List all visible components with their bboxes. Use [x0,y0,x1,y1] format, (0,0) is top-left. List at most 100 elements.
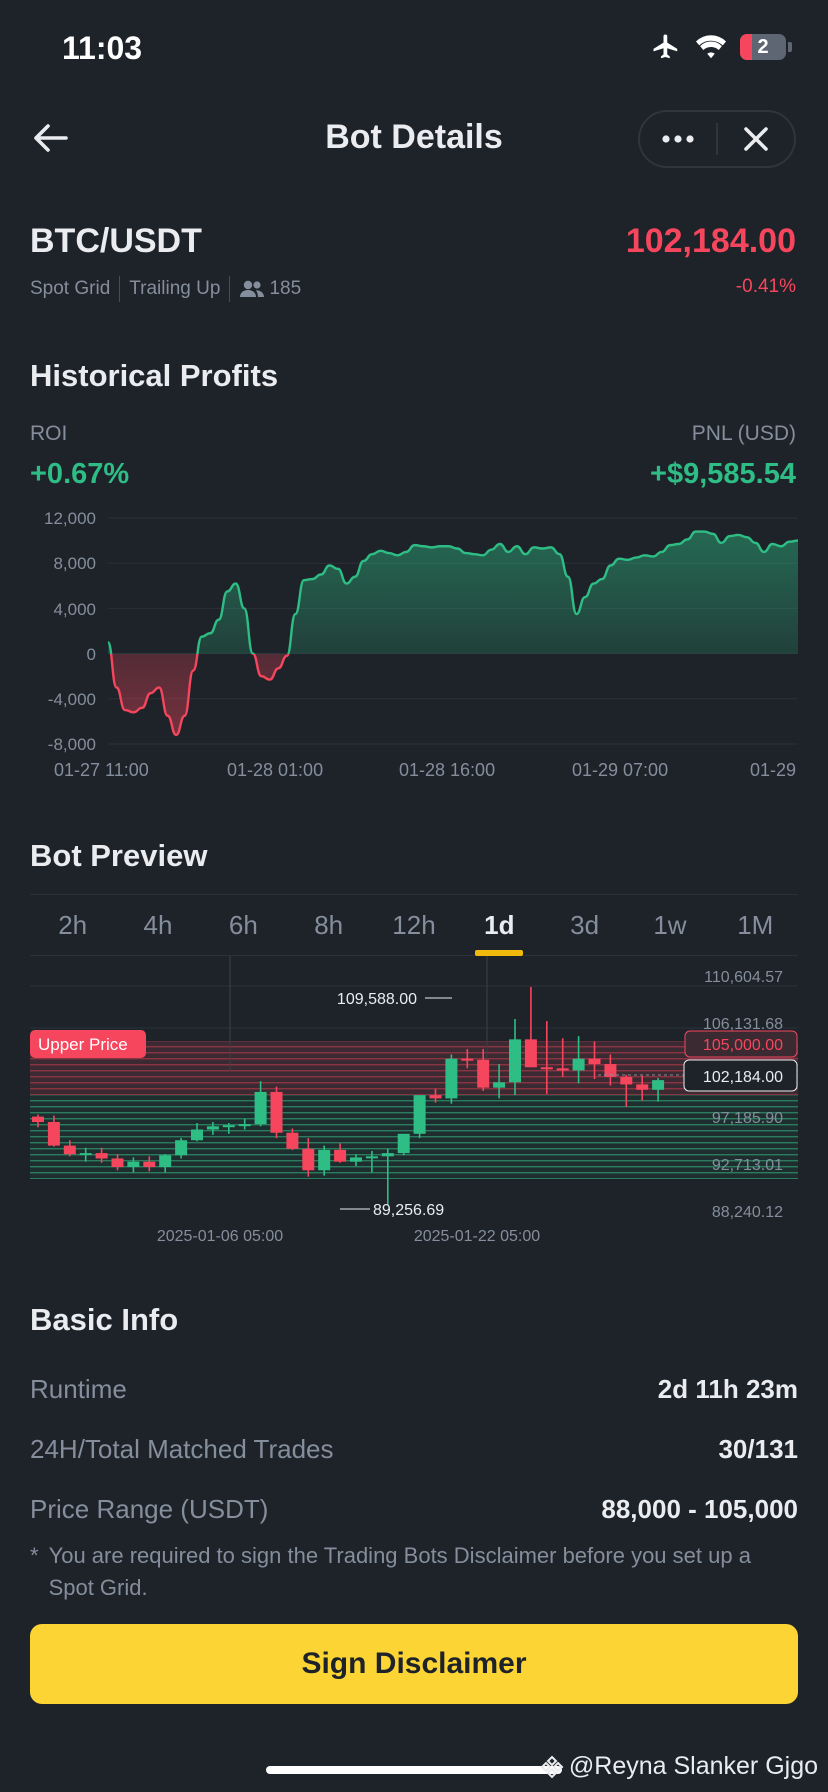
tab-1d[interactable]: 1d [457,895,542,955]
candle-body [47,1121,60,1146]
roi-value: +0.67% [30,458,130,490]
pair-symbol: BTC/USDT [30,222,202,260]
candle-body [32,1116,44,1122]
candle-body [509,1039,521,1083]
candle-body [286,1132,299,1149]
pnl-value: +$9,585.54 [650,458,796,490]
candle-body [524,1039,537,1068]
battery-icon: 2 [740,34,786,60]
candle-body [493,1082,506,1088]
upper-price-value-tag: 105,000.00 [684,1030,798,1058]
profit-y-ticks: 12,000 8,000 4,000 0 -4,000 -8,000 [44,509,96,754]
price-axis-label: 110,604.57 [704,969,783,986]
date-label: 2025-01-22 05:00 [414,1228,540,1245]
info-label: Price Range (USDT) [30,1494,269,1524]
candle-body [461,1058,474,1061]
info-value: 88,000 - 105,000 [601,1494,798,1524]
battery-nub [788,42,792,52]
close-button[interactable] [718,112,794,166]
info-label: Runtime [30,1374,127,1404]
watermark: @Reyna Slanker Gjgo [539,1752,818,1781]
airplane-icon [653,34,678,59]
status-icons: 2 [650,32,792,62]
low-marker: 89,256.69 [340,1202,444,1219]
upper-price-tag: Upper Price [30,1030,146,1058]
basic-info-title: Basic Info [30,1302,179,1337]
candlestick-chart: 110,604.57 106,131.68 97,185.90 92,713.0… [30,956,798,1245]
candle-body [222,1125,235,1128]
battery-level: 2 [757,36,769,58]
candle-body [206,1126,219,1130]
price-axis-label: 106,131.68 [703,1016,783,1033]
candle-body [159,1155,172,1168]
y-tick: 4,000 [53,600,96,619]
price-axis-label: 92,713.01 [712,1157,783,1174]
low-label: 89,256.69 [373,1202,444,1219]
y-tick: 12,000 [44,509,96,528]
profit-series [106,530,799,737]
candle-body [238,1124,251,1127]
interval-tabs: 2h 4h 6h 8h 12h 1d 3d 1w 1M [30,894,798,956]
users-icon [240,280,265,297]
bot-preview-title: Bot Preview [30,838,208,873]
close-icon [744,127,768,151]
tab-3d[interactable]: 3d [542,895,627,955]
tab-1w[interactable]: 1w [627,895,712,955]
header-actions [638,110,796,168]
candle-body [95,1153,108,1159]
tab-1m[interactable]: 1M [713,895,798,955]
bot-tags: Spot Grid Trailing Up 185 [30,276,301,302]
candle-body [588,1058,601,1065]
sign-disclaimer-button[interactable]: Sign Disclaimer [30,1624,798,1704]
info-row-price-range: Price Range (USDT) 88,000 - 105,000 [30,1494,798,1525]
high-marker: 109,588.00 [337,991,452,1008]
candle-body [302,1148,315,1171]
candle-body [413,1095,426,1134]
disclaimer-asterisk: * [30,1543,39,1568]
status-time: 11:03 [62,30,143,66]
date-label: 2025-01-06 05:00 [157,1228,283,1245]
candle-body [652,1080,665,1090]
info-row-trades: 24H/Total Matched Trades 30/131 [30,1434,798,1465]
price-axis-label: 88,240.12 [712,1204,783,1221]
more-button[interactable] [640,112,716,166]
x-tick: 01-28 16:00 [399,760,495,780]
profit-x-ticks: 01-27 11:00 01-28 01:00 01-28 16:00 01-2… [54,760,796,780]
x-tick: 01-27 11:00 [54,760,149,780]
candle-body [318,1149,331,1171]
high-label: 109,588.00 [337,991,417,1008]
candle-body [556,1068,569,1071]
x-tick: 01-29 [750,760,796,780]
candle-body [143,1161,156,1168]
candle-body [127,1161,140,1168]
candle-body [540,1067,553,1070]
candle-body [254,1091,267,1125]
upper-price-value: 105,000.00 [703,1037,783,1054]
y-tick: 0 [87,645,96,664]
tag-divider [119,276,121,302]
candle-body [477,1059,490,1088]
candle-body [365,1156,378,1159]
candle-body [620,1076,633,1085]
tab-8h[interactable]: 8h [286,895,371,955]
candle-body [445,1058,458,1099]
candle-body [350,1157,362,1162]
tab-2h[interactable]: 2h [30,895,115,955]
tag-trailing-up: Trailing Up [129,278,221,299]
profit-chart: 12,000 8,000 4,000 0 -4,000 -8,000 01-27… [44,509,799,780]
home-indicator[interactable] [266,1766,562,1774]
candle-body [175,1140,188,1156]
price-change: -0.41% [735,276,796,297]
candle-body [636,1084,649,1090]
disclaimer-text: You are required to sign the Trading Bot… [48,1543,751,1600]
x-tick: 01-29 07:00 [572,760,668,780]
tab-12h[interactable]: 12h [371,895,456,955]
more-icon [662,135,694,143]
price-axis-label: 97,185.90 [712,1110,783,1127]
y-tick: -4,000 [48,690,96,709]
y-tick: -8,000 [48,735,96,754]
tab-4h[interactable]: 4h [115,895,200,955]
tab-6h[interactable]: 6h [201,895,286,955]
candle-body [334,1149,347,1162]
candle-body [270,1091,283,1133]
